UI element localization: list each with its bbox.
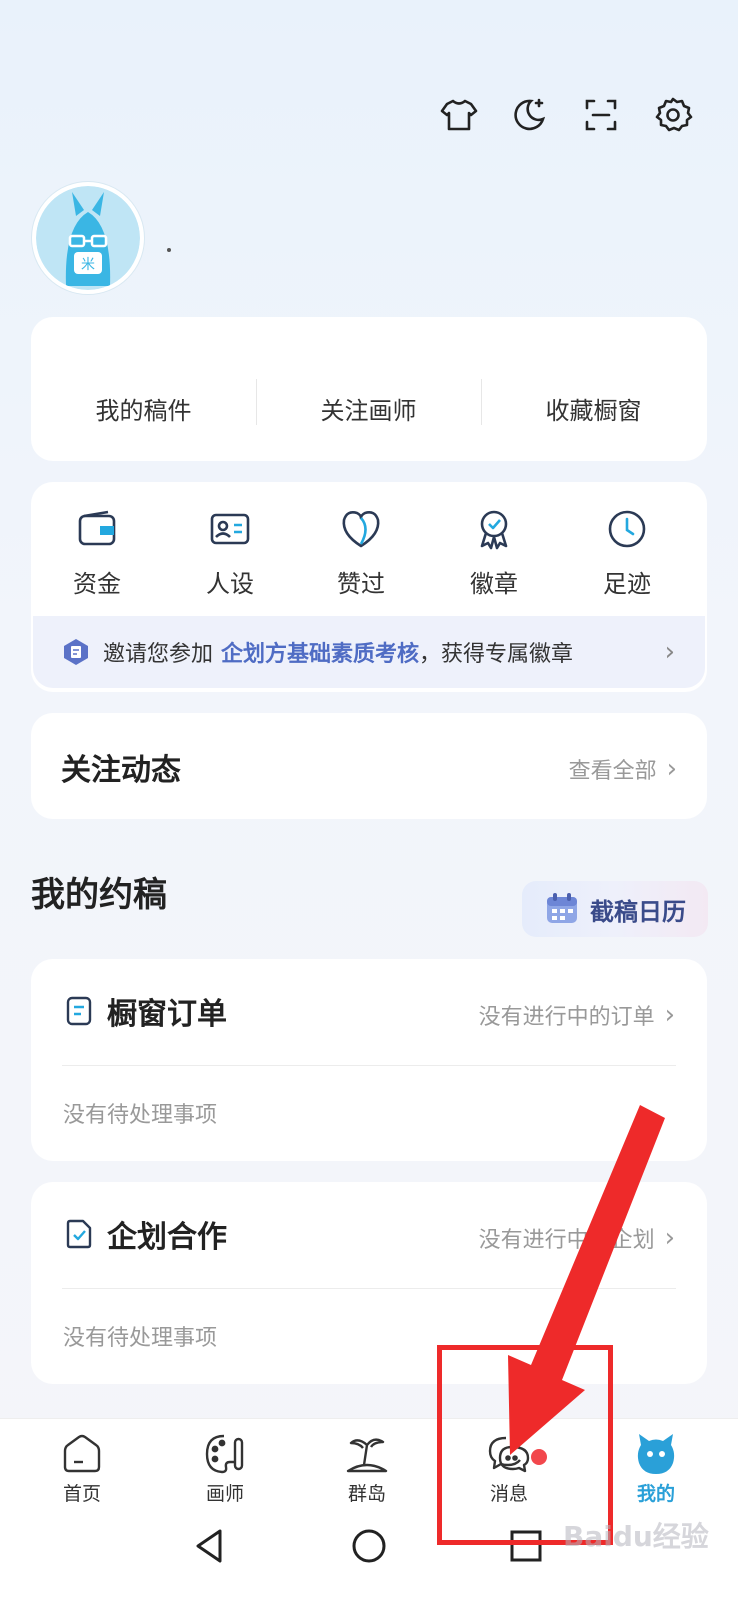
doc-check-icon <box>66 1219 92 1249</box>
moon-icon[interactable] <box>506 92 552 138</box>
coop-status-link[interactable]: 没有进行中的企划 › <box>479 1222 675 1254</box>
exam-icon <box>64 639 88 665</box>
order-pending-note: 没有待处理事项 <box>63 1103 218 1128</box>
nav-label: 我的 <box>636 1483 675 1505</box>
chevron-right-icon: › <box>666 754 677 784</box>
chevron-right-icon: › <box>664 1000 675 1030</box>
nav-label: 首页 <box>62 1483 101 1505</box>
tool-label: 资金 <box>73 570 121 598</box>
id-card-icon <box>210 513 250 545</box>
nav-home[interactable]: 首页 <box>22 1431 142 1506</box>
mascot-icon <box>637 1434 675 1474</box>
island-icon <box>346 1438 388 1473</box>
invite-prefix: 邀请您参加 <box>103 642 214 667</box>
deadline-calendar-button[interactable]: 截稿日历 <box>522 881 708 937</box>
showcase-orders-card[interactable]: 橱窗订单 没有进行中的订单 › 没有待处理事项 <box>31 959 707 1161</box>
coop-card-title: 企划合作 <box>107 1220 227 1255</box>
order-status-link[interactable]: 没有进行中的订单 › <box>479 999 675 1031</box>
stats-card: 我的稿件 关注画师 收藏橱窗 <box>31 317 707 461</box>
invite-highlight[interactable]: 企划方基础素质考核 <box>221 636 419 668</box>
view-all-label: 查看全部 <box>568 759 657 784</box>
nav-label: 群岛 <box>347 1483 386 1505</box>
tool-label: 人设 <box>206 570 254 598</box>
my-drafts-link[interactable]: 我的稿件 <box>31 391 256 426</box>
bottom-nav: 首页 画师 群岛 消息 我的 <box>0 1418 738 1510</box>
gear-icon[interactable] <box>650 92 696 138</box>
view-all-link[interactable]: 查看全部 › <box>569 753 677 785</box>
back-icon[interactable] <box>190 1526 230 1566</box>
tool-badges[interactable]: 徽章 <box>429 506 559 599</box>
mascot-avatar-image: 米 <box>36 186 140 290</box>
follow-feed-card[interactable]: 关注动态 查看全部 › <box>31 713 707 819</box>
tool-persona[interactable]: 人设 <box>165 506 295 599</box>
favorite-showcases-link[interactable]: 收藏橱窗 <box>481 391 706 426</box>
scan-icon[interactable] <box>578 92 624 138</box>
wallet-icon <box>78 510 116 546</box>
user-name <box>167 248 171 252</box>
avatar[interactable]: 米 <box>32 182 144 294</box>
tool-funds[interactable]: 资金 <box>32 506 162 599</box>
tshirt-icon[interactable] <box>436 92 482 138</box>
followed-artists-link[interactable]: 关注画师 <box>256 391 481 426</box>
calendar-button-label: 截稿日历 <box>590 897 686 926</box>
tool-footprint[interactable]: 足迹 <box>562 506 692 599</box>
calendar-icon <box>547 893 577 923</box>
badge-icon <box>480 510 508 550</box>
chevron-right-icon: › <box>664 1223 675 1253</box>
order-status: 没有进行中的订单 <box>478 1005 655 1030</box>
nav-label: 画师 <box>205 1483 244 1505</box>
coop-pending-note: 没有待处理事项 <box>63 1326 218 1351</box>
invite-banner[interactable]: 邀请您参加 企划方基础素质考核 ，获得专属徽章 › <box>33 616 705 688</box>
tools-card: 资金 人设 赞过 徽章 足迹 邀请您参加 企划方基础素质考核 ，获得专属徽章 › <box>31 482 707 692</box>
watermark: Baidu经验 <box>563 1520 709 1553</box>
coop-status: 没有进行中的企划 <box>478 1228 655 1253</box>
divider <box>62 1065 676 1066</box>
heart-icon <box>342 511 380 548</box>
tool-label: 足迹 <box>603 570 651 598</box>
nav-artists[interactable]: 画师 <box>165 1431 285 1506</box>
divider <box>62 1288 676 1289</box>
order-card-title: 橱窗订单 <box>107 997 227 1032</box>
home-icon <box>63 1434 101 1473</box>
nav-islands[interactable]: 群岛 <box>307 1431 427 1506</box>
chevron-right-icon: › <box>664 637 675 667</box>
nav-me[interactable]: 我的 <box>596 1431 716 1506</box>
palette-icon <box>205 1434 244 1474</box>
tool-label: 赞过 <box>337 570 385 598</box>
tool-label: 徽章 <box>470 570 518 598</box>
clock-icon <box>608 510 646 548</box>
tool-liked[interactable]: 赞过 <box>296 506 426 599</box>
order-doc-icon <box>66 996 92 1026</box>
svg-text:米: 米 <box>81 257 95 273</box>
feed-title: 关注动态 <box>61 753 181 788</box>
home-circle-icon[interactable] <box>349 1526 389 1566</box>
my-orders-title: 我的约稿 <box>31 875 167 915</box>
invite-suffix: ，获得专属徽章 <box>419 642 574 667</box>
